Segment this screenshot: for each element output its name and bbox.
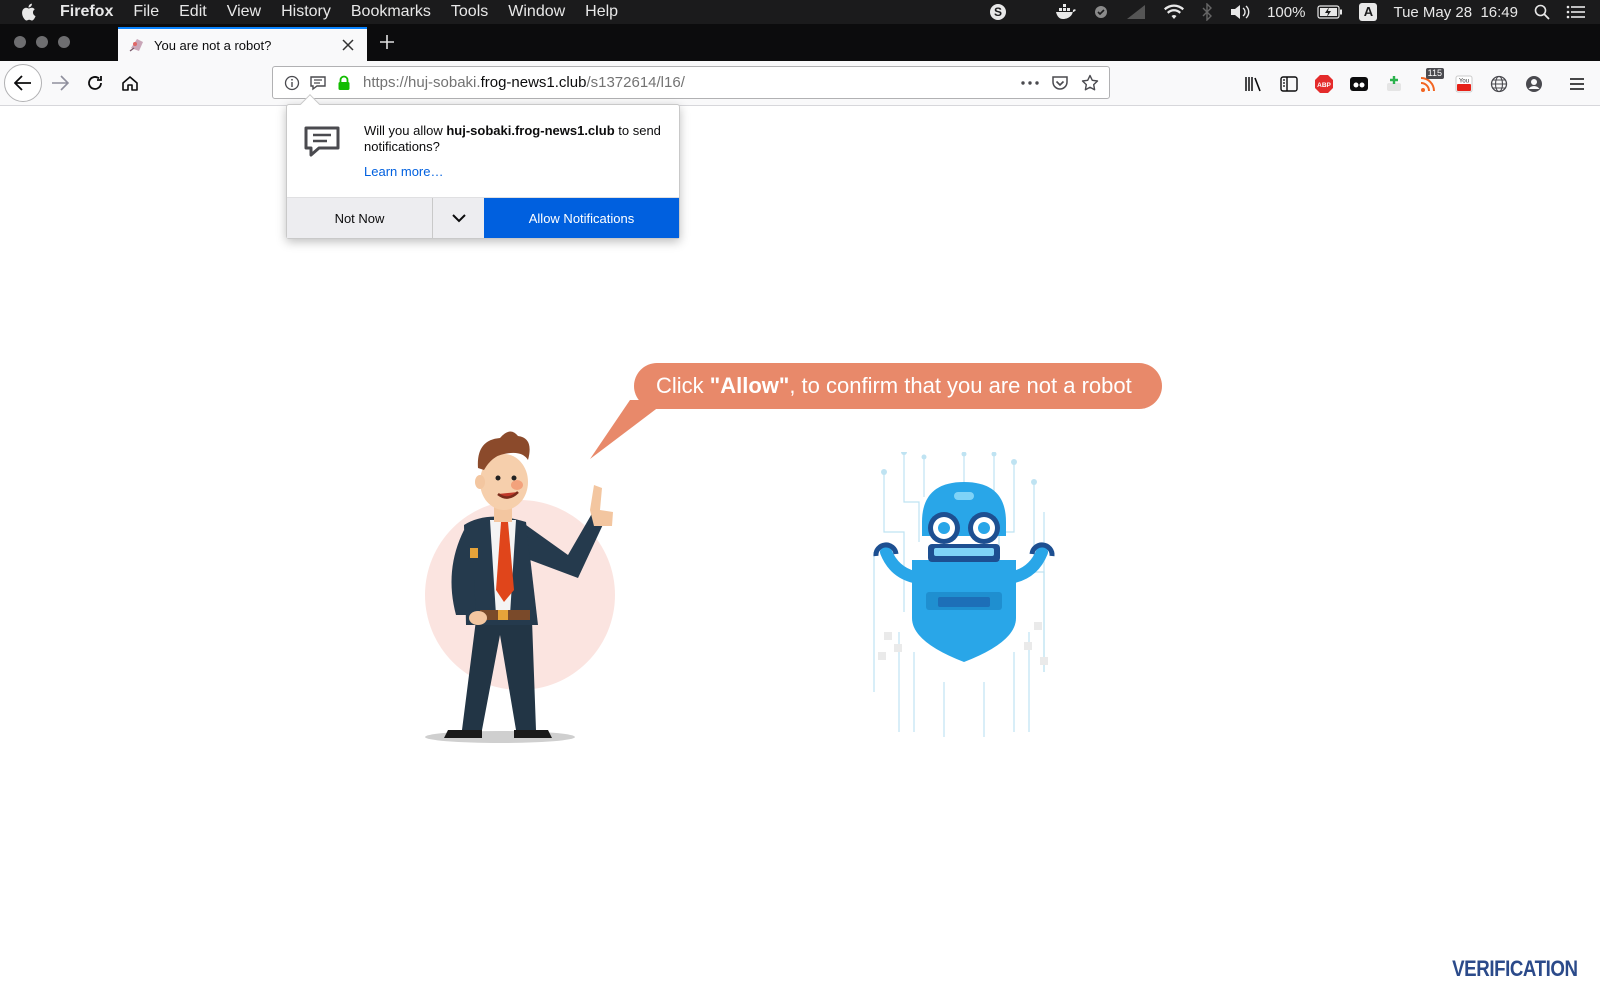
bookmark-star-icon[interactable] — [1075, 68, 1105, 98]
url-host: frog-news1.club — [480, 74, 587, 91]
library-icon[interactable] — [1236, 66, 1271, 101]
bubble-text-before: Click — [656, 373, 710, 398]
docker-icon[interactable] — [1055, 0, 1077, 24]
notification-permission-popup: Will you allow huj-sobaki.frog-news1.clu… — [286, 94, 680, 239]
tab-favicon-icon — [128, 36, 146, 54]
menu-bar-clock[interactable]: Tue May 28 16:49 — [1393, 0, 1518, 24]
battery-percent: 100% — [1267, 3, 1306, 21]
menu-history[interactable]: History — [271, 0, 341, 24]
svg-text:ABP: ABP — [1317, 82, 1331, 89]
popup-message-host: huj-sobaki.frog-news1.club — [446, 123, 615, 138]
businessman-illustration — [418, 430, 628, 755]
page-actions-more-icon[interactable] — [1015, 68, 1045, 98]
menu-view[interactable]: View — [217, 0, 271, 24]
popup-message: Will you allow huj-sobaki.frog-news1.clu… — [364, 123, 664, 155]
rss-feed-icon[interactable]: 115 — [1411, 66, 1446, 101]
rss-feed-badge: 115 — [1425, 68, 1444, 79]
notification-center-icon[interactable] — [1566, 0, 1586, 24]
tab-strip: You are not a robot? — [0, 24, 1600, 61]
url-text[interactable]: https://huj-sobaki.frog-news1.club/s1372… — [363, 74, 1015, 91]
skype-icon[interactable]: S — [989, 0, 1007, 24]
verification-brand-logo: VERIFICATION — [1452, 956, 1579, 981]
url-bar[interactable]: https://huj-sobaki.frog-news1.club/s1372… — [272, 66, 1110, 99]
navigation-toolbar: https://huj-sobaki.frog-news1.club/s1372… — [0, 61, 1600, 106]
learn-more-link[interactable]: Learn more… — [364, 164, 443, 179]
menu-file[interactable]: File — [123, 0, 169, 24]
macos-menu-bar: Firefox File Edit View History Bookmarks… — [0, 0, 1600, 24]
bubble-text-after: , to confirm that you are not a robot — [789, 373, 1132, 398]
window-minimize-button[interactable] — [36, 36, 48, 48]
hamburger-menu-icon[interactable] — [1559, 66, 1594, 101]
window-zoom-button[interactable] — [58, 36, 70, 48]
pocket-icon[interactable] — [1045, 68, 1075, 98]
new-tab-plus-icon[interactable] — [374, 29, 400, 55]
chevron-down-icon — [451, 213, 466, 222]
robot-illustration — [864, 449, 1064, 747]
lock-icon[interactable] — [333, 72, 355, 94]
private-extension-icon[interactable] — [1341, 66, 1376, 101]
bubble-text-allow: "Allow" — [709, 373, 790, 398]
sidebar-icon[interactable] — [1271, 66, 1306, 101]
account-icon[interactable] — [1516, 66, 1551, 101]
url-prefix: https://huj-sobaki. — [363, 74, 481, 91]
tab-active[interactable]: You are not a robot? — [118, 27, 367, 61]
input-source-label: A — [1359, 3, 1378, 21]
volume-icon[interactable] — [1229, 0, 1251, 24]
check-status-icon[interactable] — [1093, 0, 1109, 24]
menu-window[interactable]: Window — [498, 0, 575, 24]
globe-extension-icon[interactable] — [1481, 66, 1516, 101]
tab-close-icon[interactable] — [337, 34, 359, 56]
tab-title: You are not a robot? — [154, 37, 272, 53]
toolbar-icons: ABP 115 You — [1236, 61, 1600, 106]
url-path: /s1372614/l16/ — [586, 74, 685, 91]
menu-edit[interactable]: Edit — [169, 0, 217, 24]
speech-bubble: Click "Allow", to confirm that you are n… — [634, 363, 1162, 409]
menu-app-firefox[interactable]: Firefox — [60, 0, 123, 24]
popup-message-before: Will you allow — [364, 123, 447, 138]
wifi-icon[interactable] — [1163, 0, 1185, 24]
reload-icon[interactable] — [77, 65, 113, 101]
svg-text:You: You — [1458, 78, 1468, 84]
add-extension-icon[interactable] — [1376, 66, 1411, 101]
popup-options-dropdown[interactable] — [432, 198, 484, 238]
home-icon[interactable] — [112, 65, 148, 101]
popup-button-row: Not Now Allow Notifications — [287, 197, 679, 238]
menu-bookmarks[interactable]: Bookmarks — [341, 0, 441, 24]
apple-icon[interactable] — [20, 1, 42, 23]
menu-bar-status-area: S 100% A Tue May 28 16:49 — [981, 0, 1600, 24]
notification-permission-icon[interactable] — [307, 72, 329, 94]
youtube-icon[interactable]: You — [1446, 66, 1481, 101]
not-now-button[interactable]: Not Now — [287, 198, 432, 238]
menu-help[interactable]: Help — [575, 0, 628, 24]
svg-text:S: S — [994, 5, 1002, 19]
window-close-button[interactable] — [14, 36, 26, 48]
site-info-icon[interactable] — [281, 72, 303, 94]
cast-icon[interactable] — [1125, 0, 1147, 24]
notification-chat-icon — [303, 125, 341, 159]
menu-tools[interactable]: Tools — [441, 0, 498, 24]
back-button[interactable] — [4, 64, 42, 102]
allow-notifications-button[interactable]: Allow Notifications — [484, 198, 679, 238]
bluetooth-icon[interactable] — [1201, 0, 1213, 24]
battery-icon[interactable] — [1317, 0, 1343, 24]
spotlight-search-icon[interactable] — [1534, 0, 1550, 24]
forward-button[interactable] — [42, 65, 78, 101]
adblock-plus-icon[interactable]: ABP — [1306, 66, 1341, 101]
input-source-indicator[interactable]: A — [1359, 0, 1378, 24]
